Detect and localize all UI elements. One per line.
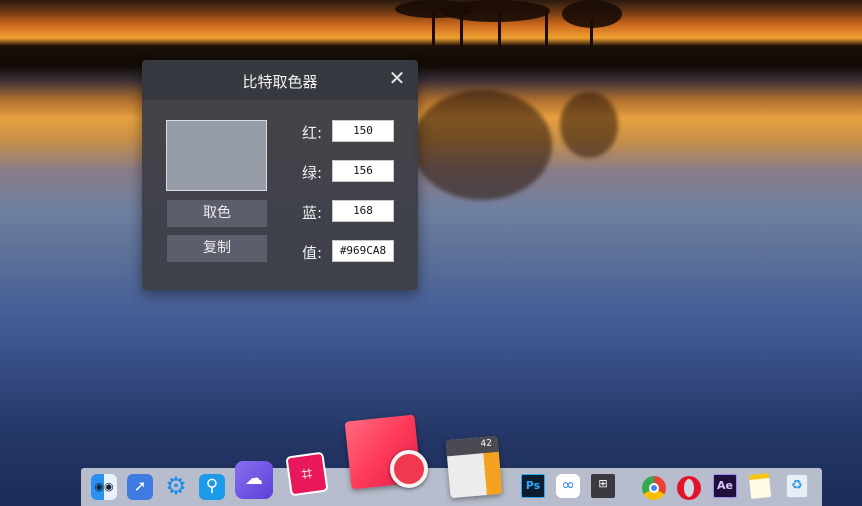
- settings-icon[interactable]: ⚙: [163, 472, 189, 500]
- window-title: 比特取色器: [242, 73, 318, 91]
- blue-label: 蓝:: [302, 204, 323, 222]
- windows-icon[interactable]: ⊞: [591, 474, 615, 498]
- color-picker-window: 比特取色器 ✕ 取色 复制 红: 150 绿: 156 蓝: 168 值: #9…: [142, 60, 418, 290]
- notes-icon[interactable]: [748, 473, 772, 499]
- crop-icon[interactable]: ⌗: [285, 451, 329, 497]
- search-icon[interactable]: ⚲: [199, 474, 225, 500]
- photoshop-label: Ps: [525, 479, 541, 492]
- blue-value-field[interactable]: 168: [332, 200, 394, 222]
- hex-label: 值:: [302, 244, 323, 262]
- recycle-bin-icon[interactable]: ♻: [786, 474, 808, 498]
- finder-icon[interactable]: ◉◉: [91, 474, 117, 500]
- title-bar[interactable]: 比特取色器 ✕: [142, 60, 418, 100]
- cloud-icon[interactable]: ☁: [235, 461, 273, 499]
- color-preview-swatch: [166, 120, 267, 191]
- baidu-netdisk-icon[interactable]: ∞: [556, 474, 580, 498]
- close-icon[interactable]: ✕: [388, 68, 406, 88]
- aftereffects-icon[interactable]: Ae: [713, 474, 737, 498]
- launchpad-icon[interactable]: ➚: [127, 474, 153, 500]
- color-picker-dot: [390, 450, 428, 488]
- copy-button[interactable]: 复制: [167, 235, 267, 262]
- red-value-field[interactable]: 150: [332, 120, 394, 142]
- photoshop-icon[interactable]: Ps: [521, 474, 545, 498]
- green-label: 绿:: [302, 164, 323, 182]
- pick-color-button[interactable]: 取色: [167, 200, 267, 227]
- opera-icon[interactable]: [677, 476, 701, 500]
- green-value-field[interactable]: 156: [332, 160, 394, 182]
- calculator-icon[interactable]: 42: [445, 435, 503, 499]
- chrome-icon[interactable]: [642, 476, 666, 500]
- red-label: 红:: [302, 124, 323, 142]
- calculator-display: 42: [480, 438, 493, 450]
- hex-value-field[interactable]: #969CA8: [332, 240, 394, 262]
- aftereffects-label: Ae: [717, 479, 733, 492]
